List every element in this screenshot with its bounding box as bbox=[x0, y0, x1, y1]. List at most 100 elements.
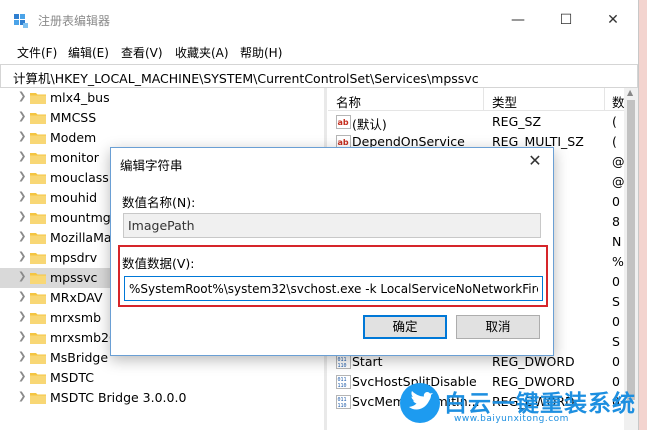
svg-text:110: 110 bbox=[338, 403, 347, 409]
expand-arrow-icon[interactable]: ❯ bbox=[18, 211, 26, 222]
tree-item-label: MSDTC bbox=[50, 370, 94, 385]
folder-icon bbox=[30, 312, 46, 324]
folder-icon bbox=[30, 372, 46, 384]
column-type[interactable]: 类型 bbox=[492, 92, 517, 111]
value-data-input[interactable] bbox=[125, 277, 542, 300]
string-value-icon: ab bbox=[336, 115, 351, 129]
tree-item[interactable]: ❯ mlx4_bus bbox=[0, 88, 322, 108]
expand-arrow-icon[interactable]: ❯ bbox=[18, 231, 26, 242]
value-name-field: ImagePath bbox=[123, 213, 541, 238]
folder-icon bbox=[30, 392, 46, 404]
column-name[interactable]: 名称 bbox=[336, 92, 361, 111]
column-data[interactable]: 数 bbox=[612, 92, 624, 111]
tree-item[interactable]: ❯ MSDTC bbox=[0, 368, 322, 388]
expand-arrow-icon[interactable]: ❯ bbox=[18, 151, 26, 162]
column-separator[interactable] bbox=[604, 88, 605, 110]
folder-icon bbox=[30, 352, 46, 364]
value-data-label: 数值数据(V): bbox=[122, 256, 195, 271]
title-bar: 注册表编辑器 — ☐ ✕ bbox=[0, 0, 638, 40]
expand-arrow-icon[interactable]: ❯ bbox=[18, 391, 26, 402]
folder-icon bbox=[30, 332, 46, 344]
column-separator[interactable] bbox=[483, 88, 484, 110]
folder-icon bbox=[30, 132, 46, 144]
window-title: 注册表编辑器 bbox=[38, 14, 111, 28]
binary-value-icon: 011 110 bbox=[336, 375, 351, 389]
folder-icon bbox=[30, 232, 46, 244]
minimize-button[interactable]: — bbox=[508, 10, 528, 30]
watermark-logo: 白云一键重装系统 www.baiyunxitong.com bbox=[400, 383, 640, 428]
expand-arrow-icon[interactable]: ❯ bbox=[18, 311, 26, 322]
vertical-scrollbar[interactable]: ▲ bbox=[624, 88, 638, 430]
value-data: % bbox=[612, 254, 624, 269]
expand-arrow-icon[interactable]: ❯ bbox=[18, 131, 26, 142]
twitter-bird-icon bbox=[400, 383, 440, 423]
tree-item-label: MSDTC Bridge 3.0.0.0 bbox=[50, 390, 187, 405]
folder-icon bbox=[30, 112, 46, 124]
dialog-title: 编辑字符串 bbox=[120, 158, 183, 173]
binary-value-icon: 011 110 bbox=[336, 355, 351, 369]
value-type: REG_SZ bbox=[492, 114, 542, 129]
expand-arrow-icon[interactable]: ❯ bbox=[18, 291, 26, 302]
value-name: Start bbox=[352, 354, 383, 369]
value-data: ( bbox=[612, 134, 617, 149]
tree-item-label: monitor bbox=[50, 150, 99, 165]
expand-arrow-icon[interactable]: ❯ bbox=[18, 351, 26, 362]
svg-text:110: 110 bbox=[338, 383, 347, 389]
folder-icon bbox=[30, 292, 46, 304]
dialog-close-button[interactable]: ✕ bbox=[525, 151, 545, 170]
value-data-field[interactable] bbox=[124, 276, 543, 301]
registry-editor-icon bbox=[14, 14, 28, 28]
value-name: (默认) bbox=[352, 117, 387, 132]
svg-text:110: 110 bbox=[338, 363, 347, 369]
close-button[interactable]: ✕ bbox=[603, 10, 623, 30]
folder-icon bbox=[30, 272, 46, 284]
expand-arrow-icon[interactable]: ❯ bbox=[18, 91, 26, 102]
value-data: 0 bbox=[612, 274, 620, 289]
tree-item[interactable]: ❯ Modem bbox=[0, 128, 322, 148]
expand-arrow-icon[interactable]: ❯ bbox=[18, 371, 26, 382]
tree-item-label: mlx4_bus bbox=[50, 90, 110, 105]
expand-arrow-icon[interactable]: ❯ bbox=[18, 171, 26, 182]
value-data: N bbox=[612, 234, 622, 249]
value-data: S bbox=[612, 294, 620, 309]
value-data: @ bbox=[612, 154, 624, 169]
tree-item-label: mrxsmb bbox=[50, 310, 102, 325]
value-data: S bbox=[612, 334, 620, 349]
menu-help[interactable]: 帮助(H) bbox=[240, 44, 282, 61]
tree-item-label: MMCSS bbox=[50, 110, 97, 125]
tree-item-label: mouhid bbox=[50, 190, 98, 205]
value-data: ( bbox=[612, 114, 617, 129]
value-name-text: ImagePath bbox=[128, 218, 195, 233]
tree-item-label: mountmgr bbox=[50, 210, 116, 225]
list-header: 名称 类型 数 bbox=[328, 88, 624, 111]
tree-item[interactable]: ❯ MSDTC Bridge 3.0.0.0 bbox=[0, 388, 322, 408]
menu-file[interactable]: 文件(F) bbox=[17, 44, 57, 61]
address-bar[interactable]: 计算机\HKEY_LOCAL_MACHINE\SYSTEM\CurrentCon… bbox=[0, 64, 638, 88]
tree-item-label: mpsdrv bbox=[50, 250, 98, 265]
menu-favorites[interactable]: 收藏夹(A) bbox=[175, 44, 229, 61]
tree-item-label: mpssvc bbox=[50, 270, 98, 285]
tree-item-label: mrxsmb20 bbox=[50, 330, 117, 345]
expand-arrow-icon[interactable]: ❯ bbox=[18, 251, 26, 262]
value-name-label: 数值名称(N): bbox=[122, 195, 196, 210]
expand-arrow-icon[interactable]: ❯ bbox=[18, 271, 26, 282]
ok-button[interactable]: 确定 bbox=[363, 315, 447, 339]
expand-arrow-icon[interactable]: ❯ bbox=[18, 111, 26, 122]
tree-item[interactable]: ❯ MMCSS bbox=[0, 108, 322, 128]
menu-view[interactable]: 查看(V) bbox=[121, 44, 163, 61]
value-data: 0 bbox=[612, 354, 620, 369]
value-row[interactable]: ab (默认) REG_SZ ( bbox=[328, 112, 624, 132]
expand-arrow-icon[interactable]: ❯ bbox=[18, 331, 26, 342]
value-data: @ bbox=[612, 174, 624, 189]
scroll-up-icon[interactable]: ▲ bbox=[627, 88, 633, 97]
folder-icon bbox=[30, 92, 46, 104]
maximize-button[interactable]: ☐ bbox=[556, 10, 576, 30]
scrollbar-thumb[interactable] bbox=[627, 100, 635, 400]
watermark-url: www.baiyunxitong.com bbox=[454, 414, 569, 424]
folder-icon bbox=[30, 152, 46, 164]
value-type: REG_DWORD bbox=[492, 354, 575, 369]
folder-icon bbox=[30, 252, 46, 264]
expand-arrow-icon[interactable]: ❯ bbox=[18, 191, 26, 202]
menu-edit[interactable]: 编辑(E) bbox=[68, 44, 109, 61]
cancel-button[interactable]: 取消 bbox=[456, 315, 540, 339]
